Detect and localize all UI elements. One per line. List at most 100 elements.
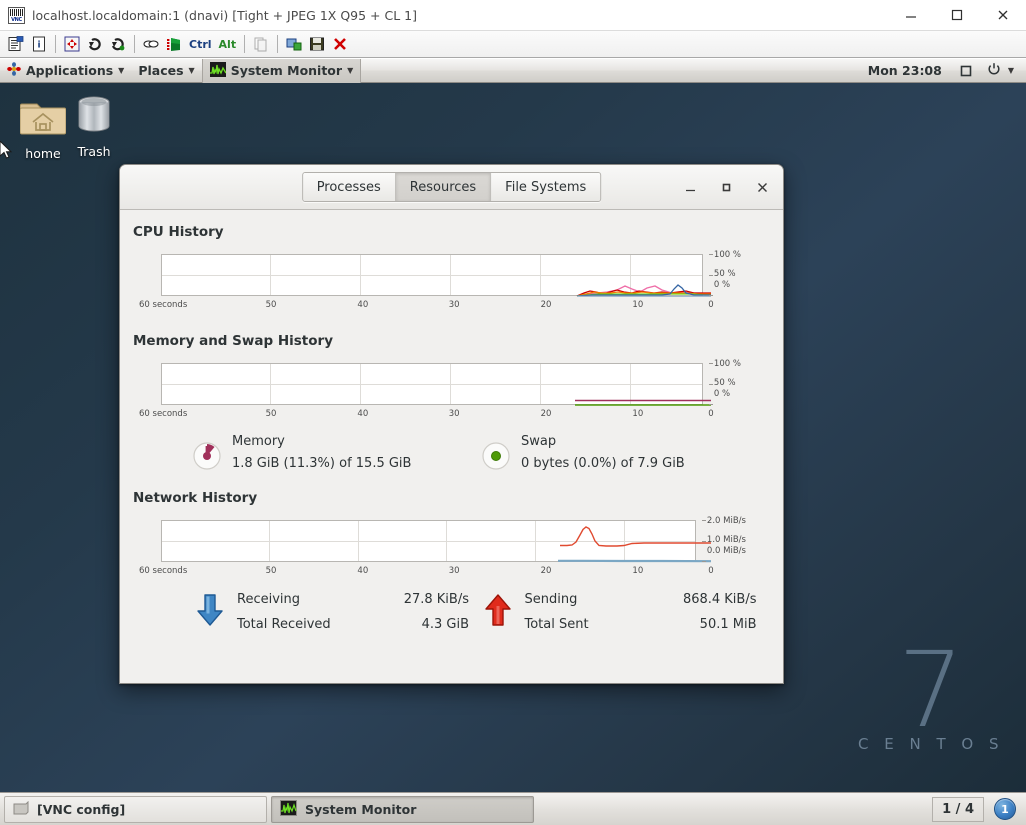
- total-received-label: Total Received: [237, 617, 331, 632]
- taskbar-item-vnc-config[interactable]: [VNC config]: [4, 795, 267, 823]
- send-keys-icon[interactable]: [140, 33, 162, 55]
- sysmon-minimize-button[interactable]: [679, 176, 701, 198]
- vnc-close-button[interactable]: [980, 0, 1026, 31]
- desktop-icon-trash-label: Trash: [77, 144, 111, 159]
- network-history-graph-row: 2.0 MiB/s 1.0 MiB/s 0.0 MiB/s: [133, 516, 770, 563]
- vnc-window-title: localhost.localdomain:1 (dnavi) [Tight +…: [32, 7, 417, 23]
- cpu-y-label-50: 50 %: [713, 269, 736, 279]
- receiving-label: Receiving: [237, 592, 301, 607]
- clipboard-icon[interactable]: [250, 33, 272, 55]
- cpu-x-label-10: 10: [632, 300, 644, 310]
- desktop-icon-trash[interactable]: Trash: [56, 89, 132, 159]
- connection-info-icon[interactable]: i: [28, 33, 50, 55]
- network-history-lines: [558, 526, 712, 563]
- total-received-value: 4.3 GiB: [421, 617, 469, 632]
- network-history-x-axis: 60 seconds 50 40 30 20 10 0: [139, 565, 714, 579]
- cpu-history-graph-row: 100 % 50 % 0 %: [133, 250, 770, 297]
- workspace-indicator[interactable]: 1: [994, 798, 1016, 820]
- memory-history-lines: [575, 399, 711, 406]
- memory-value: 1.8 GiB (11.3%) of 15.5 GiB: [232, 456, 412, 471]
- trash-can-icon: [56, 89, 132, 141]
- net-x-label-20: 20: [540, 566, 552, 576]
- sending-value: 868.4 KiB/s: [682, 592, 757, 607]
- tab-processes[interactable]: Processes: [302, 173, 396, 201]
- sysmon-close-button[interactable]: [751, 176, 773, 198]
- panel-active-window-system-monitor[interactable]: System Monitor ▼: [201, 59, 362, 83]
- panel-window-label: System Monitor: [230, 63, 343, 78]
- applications-icon: [7, 62, 21, 79]
- vnc-viewer-titlebar: localhost.localdomain:1 (dnavi) [Tight +…: [0, 0, 1026, 31]
- taskbar-vnc-config-label: [VNC config]: [37, 801, 126, 817]
- vnc-maximize-button[interactable]: [934, 0, 980, 31]
- cpu-history-x-axis: 60 seconds 50 40 30 20 10 0: [139, 299, 714, 313]
- taskbar-item-system-monitor[interactable]: System Monitor: [271, 795, 534, 823]
- ctrl-key-toggle[interactable]: Ctrl: [186, 38, 215, 51]
- total-sent-value: 50.1 MiB: [699, 617, 757, 632]
- mem-y-label-100: 100 %: [713, 359, 741, 369]
- net-y-label-1: 1.0 MiB/s: [706, 535, 746, 545]
- cpu-history-graph: [161, 254, 712, 297]
- mouse-cursor: [0, 140, 14, 165]
- taskbar-system-monitor-label: System Monitor: [305, 801, 417, 817]
- download-arrow-icon: [195, 593, 237, 631]
- cpu-x-label-20: 20: [540, 300, 552, 310]
- cpu-y-label-0: 0 %: [713, 280, 731, 290]
- centos-version: 7: [897, 628, 965, 751]
- system-monitor-tabs: Processes Resources File Systems: [301, 172, 602, 202]
- mem-x-label-30: 30: [448, 409, 460, 419]
- vnc-minimize-button[interactable]: [888, 0, 934, 31]
- panel-clock[interactable]: Mon 23:08: [858, 63, 952, 78]
- panel-workspace-icon[interactable]: [952, 59, 980, 83]
- menu-places[interactable]: Places ▼: [131, 59, 201, 83]
- network-history-graph: [161, 520, 712, 563]
- system-monitor-icon: [209, 61, 227, 80]
- vnc-viewer-toolbar: i Ctrl Alt: [0, 31, 1026, 58]
- sysmon-maximize-button[interactable]: [715, 176, 737, 198]
- toolbar-separator: [134, 35, 135, 53]
- memory-swap-stats: Memory 1.8 GiB (11.3%) of 15.5 GiB Swap …: [133, 434, 770, 471]
- net-x-label-10: 10: [632, 566, 644, 576]
- refresh-icon[interactable]: [84, 33, 106, 55]
- send-ctrl-alt-del-icon[interactable]: [163, 33, 185, 55]
- mem-x-label-40: 40: [357, 409, 369, 419]
- memory-label: Memory: [232, 434, 285, 449]
- net-x-label-40: 40: [357, 566, 369, 576]
- save-connection-icon[interactable]: [306, 33, 328, 55]
- panel-power-menu[interactable]: ▼: [980, 59, 1026, 83]
- tab-file-systems[interactable]: File Systems: [491, 173, 601, 201]
- chevron-down-icon: ▼: [1007, 65, 1014, 75]
- net-y-label-0: 0.0 MiB/s: [706, 546, 746, 556]
- network-stats: Receiving Total Received 27.8 KiB/s 4.3 …: [133, 592, 770, 632]
- chevron-down-icon: ▼: [347, 65, 354, 75]
- memory-history-x-axis: 60 seconds 50 40 30 20 10 0: [139, 408, 714, 422]
- system-monitor-headerbar: Processes Resources File Systems: [120, 165, 783, 210]
- network-history-title: Network History: [133, 490, 258, 506]
- workspace-pager[interactable]: 1 / 4: [932, 796, 984, 822]
- system-monitor-window-controls: [679, 176, 783, 198]
- fullscreen-icon[interactable]: [61, 33, 83, 55]
- remote-desktop[interactable]: Applications ▼ Places ▼ System Monitor ▼…: [0, 59, 1026, 825]
- system-monitor-window[interactable]: Processes Resources File Systems CPU His…: [119, 164, 784, 684]
- mem-x-label-0: 0: [708, 409, 714, 419]
- disconnect-icon[interactable]: [329, 33, 351, 55]
- chevron-down-icon: ▼: [188, 65, 195, 75]
- connection-options-icon[interactable]: [5, 33, 27, 55]
- places-label: Places: [138, 63, 184, 78]
- power-icon: [987, 62, 1001, 79]
- svg-text:i: i: [37, 41, 40, 51]
- menu-applications[interactable]: Applications ▼: [0, 59, 131, 83]
- cpu-history-lines: [576, 284, 712, 297]
- sending-label: Sending: [524, 592, 578, 607]
- upload-arrow-icon: [483, 593, 525, 631]
- tab-resources[interactable]: Resources: [395, 173, 492, 201]
- new-connection-icon[interactable]: [283, 33, 305, 55]
- vnc-viewer-icon: [8, 6, 25, 24]
- cpu-history-y-axis: 100 % 50 % 0 %: [708, 250, 770, 296]
- request-refresh-icon[interactable]: [107, 33, 129, 55]
- memory-history-graph-row: 100 % 50 % 0 %: [133, 359, 770, 406]
- mem-x-label-50: 50: [265, 409, 277, 419]
- swap-stat: Swap 0 bytes (0.0%) of 7.9 GiB: [481, 434, 770, 471]
- alt-key-toggle[interactable]: Alt: [216, 38, 240, 51]
- net-x-label-50: 50: [265, 566, 277, 576]
- chevron-down-icon: ▼: [118, 65, 125, 75]
